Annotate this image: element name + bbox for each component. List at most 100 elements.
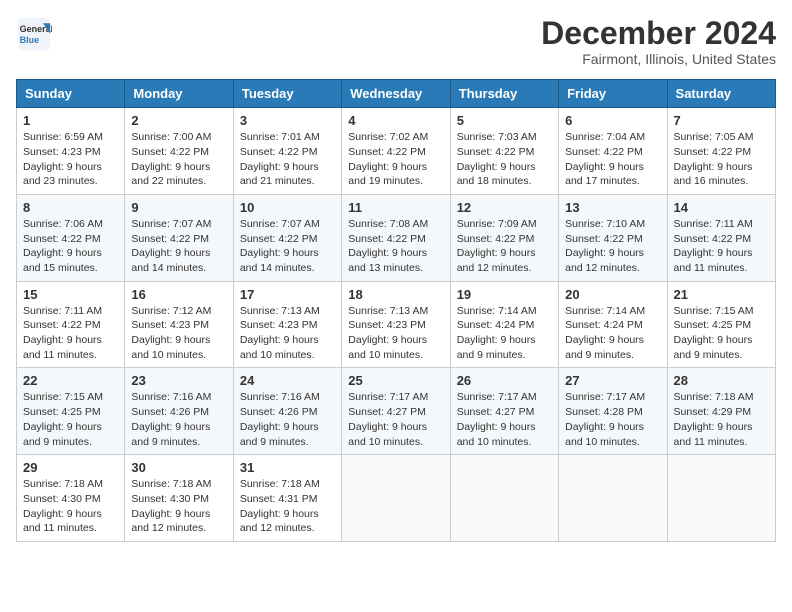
day-info: Sunrise: 7:05 AMSunset: 4:22 PMDaylight:…: [674, 130, 769, 189]
day-number: 8: [23, 200, 118, 215]
calendar-week-row: 22 Sunrise: 7:15 AMSunset: 4:25 PMDayligh…: [17, 368, 776, 455]
day-number: 31: [240, 460, 335, 475]
day-info: Sunrise: 7:15 AMSunset: 4:25 PMDaylight:…: [674, 304, 769, 363]
day-info: Sunrise: 7:17 AMSunset: 4:28 PMDaylight:…: [565, 390, 660, 449]
day-info: Sunrise: 7:11 AMSunset: 4:22 PMDaylight:…: [674, 217, 769, 276]
calendar-cell: 23Sunrise: 7:16 AMSunset: 4:26 PMDayligh…: [125, 368, 233, 455]
day-info: Sunrise: 7:06 AMSunset: 4:22 PMDaylight:…: [23, 217, 118, 276]
day-number: 26: [457, 373, 552, 388]
calendar-cell: 22 Sunrise: 7:15 AMSunset: 4:25 PMDayligh…: [17, 368, 125, 455]
calendar-cell: 6 Sunrise: 7:04 AMSunset: 4:22 PMDaylight…: [559, 108, 667, 195]
calendar-cell: 30 Sunrise: 7:18 AMSunset: 4:30 PMDayligh…: [125, 455, 233, 542]
calendar-cell: 11Sunrise: 7:08 AMSunset: 4:22 PMDayligh…: [342, 194, 450, 281]
calendar-cell: [667, 455, 775, 542]
calendar-cell: [559, 455, 667, 542]
day-number: 6: [565, 113, 660, 128]
day-info: Sunrise: 7:16 AMSunset: 4:26 PMDaylight:…: [240, 390, 335, 449]
calendar-cell: 12 Sunrise: 7:09 AMSunset: 4:22 PMDayligh…: [450, 194, 558, 281]
day-info: Sunrise: 7:14 AMSunset: 4:24 PMDaylight:…: [457, 304, 552, 363]
day-number: 19: [457, 287, 552, 302]
calendar-week-row: 8 Sunrise: 7:06 AMSunset: 4:22 PMDaylight…: [17, 194, 776, 281]
day-number: 12: [457, 200, 552, 215]
calendar-week-row: 1 Sunrise: 6:59 AMSunset: 4:23 PMDaylight…: [17, 108, 776, 195]
logo: General Blue: [16, 16, 52, 52]
day-info: Sunrise: 7:18 AMSunset: 4:29 PMDaylight:…: [674, 390, 769, 449]
day-info: Sunrise: 7:09 AMSunset: 4:22 PMDaylight:…: [457, 217, 552, 276]
calendar-week-row: 29 Sunrise: 7:18 AMSunset: 4:30 PMDayligh…: [17, 455, 776, 542]
calendar-cell: 21 Sunrise: 7:15 AMSunset: 4:25 PMDayligh…: [667, 281, 775, 368]
logo-icon: General Blue: [16, 16, 52, 52]
calendar-week-row: 15 Sunrise: 7:11 AMSunset: 4:22 PMDayligh…: [17, 281, 776, 368]
day-info: Sunrise: 7:14 AMSunset: 4:24 PMDaylight:…: [565, 304, 660, 363]
calendar-cell: 26Sunrise: 7:17 AMSunset: 4:27 PMDayligh…: [450, 368, 558, 455]
day-number: 5: [457, 113, 552, 128]
day-number: 3: [240, 113, 335, 128]
day-number: 10: [240, 200, 335, 215]
title-block: December 2024 Fairmont, Illinois, United…: [541, 16, 776, 67]
calendar-cell: [342, 455, 450, 542]
day-number: 27: [565, 373, 660, 388]
day-info: Sunrise: 7:00 AMSunset: 4:22 PMDaylight:…: [131, 130, 226, 189]
day-number: 15: [23, 287, 118, 302]
day-info: Sunrise: 7:15 AMSunset: 4:25 PMDaylight:…: [23, 390, 118, 449]
day-info: Sunrise: 7:03 AMSunset: 4:22 PMDaylight:…: [457, 130, 552, 189]
day-info: Sunrise: 7:17 AMSunset: 4:27 PMDaylight:…: [348, 390, 443, 449]
day-number: 16: [131, 287, 226, 302]
calendar-header-row: SundayMondayTuesdayWednesdayThursdayFrid…: [17, 80, 776, 108]
day-info: Sunrise: 7:02 AMSunset: 4:22 PMDaylight:…: [348, 130, 443, 189]
day-info: Sunrise: 7:13 AMSunset: 4:23 PMDaylight:…: [348, 304, 443, 363]
day-number: 4: [348, 113, 443, 128]
day-number: 22: [23, 373, 118, 388]
calendar-table: SundayMondayTuesdayWednesdayThursdayFrid…: [16, 79, 776, 542]
calendar-cell: [450, 455, 558, 542]
day-info: Sunrise: 7:18 AMSunset: 4:30 PMDaylight:…: [131, 477, 226, 536]
page-header: General Blue December 2024 Fairmont, Ill…: [16, 16, 776, 67]
location: Fairmont, Illinois, United States: [541, 51, 776, 67]
day-number: 24: [240, 373, 335, 388]
calendar-cell: 24 Sunrise: 7:16 AMSunset: 4:26 PMDayligh…: [233, 368, 341, 455]
day-of-week-header: Wednesday: [342, 80, 450, 108]
day-info: Sunrise: 7:08 AMSunset: 4:22 PMDaylight:…: [348, 217, 443, 276]
day-number: 7: [674, 113, 769, 128]
day-of-week-header: Sunday: [17, 80, 125, 108]
calendar-cell: 25 Sunrise: 7:17 AMSunset: 4:27 PMDayligh…: [342, 368, 450, 455]
day-of-week-header: Friday: [559, 80, 667, 108]
day-number: 23: [131, 373, 226, 388]
calendar-cell: 29 Sunrise: 7:18 AMSunset: 4:30 PMDayligh…: [17, 455, 125, 542]
calendar-cell: 13Sunrise: 7:10 AMSunset: 4:22 PMDayligh…: [559, 194, 667, 281]
day-number: 21: [674, 287, 769, 302]
calendar-cell: 16Sunrise: 7:12 AMSunset: 4:23 PMDayligh…: [125, 281, 233, 368]
calendar-cell: 18 Sunrise: 7:13 AMSunset: 4:23 PMDayligh…: [342, 281, 450, 368]
calendar-cell: 7 Sunrise: 7:05 AMSunset: 4:22 PMDaylight…: [667, 108, 775, 195]
day-number: 1: [23, 113, 118, 128]
day-number: 20: [565, 287, 660, 302]
calendar-cell: 15 Sunrise: 7:11 AMSunset: 4:22 PMDayligh…: [17, 281, 125, 368]
day-number: 14: [674, 200, 769, 215]
day-info: Sunrise: 6:59 AMSunset: 4:23 PMDaylight:…: [23, 130, 118, 189]
calendar-cell: 28 Sunrise: 7:18 AMSunset: 4:29 PMDayligh…: [667, 368, 775, 455]
day-number: 29: [23, 460, 118, 475]
day-number: 30: [131, 460, 226, 475]
calendar-cell: 1 Sunrise: 6:59 AMSunset: 4:23 PMDaylight…: [17, 108, 125, 195]
svg-text:Blue: Blue: [20, 35, 40, 45]
day-number: 25: [348, 373, 443, 388]
day-number: 28: [674, 373, 769, 388]
day-info: Sunrise: 7:11 AMSunset: 4:22 PMDaylight:…: [23, 304, 118, 363]
calendar-cell: 31Sunrise: 7:18 AMSunset: 4:31 PMDayligh…: [233, 455, 341, 542]
calendar-cell: 17Sunrise: 7:13 AMSunset: 4:23 PMDayligh…: [233, 281, 341, 368]
day-number: 13: [565, 200, 660, 215]
day-info: Sunrise: 7:13 AMSunset: 4:23 PMDaylight:…: [240, 304, 335, 363]
day-of-week-header: Monday: [125, 80, 233, 108]
day-of-week-header: Thursday: [450, 80, 558, 108]
calendar-cell: 14 Sunrise: 7:11 AMSunset: 4:22 PMDayligh…: [667, 194, 775, 281]
day-info: Sunrise: 7:18 AMSunset: 4:30 PMDaylight:…: [23, 477, 118, 536]
month-title: December 2024: [541, 16, 776, 51]
day-of-week-header: Tuesday: [233, 80, 341, 108]
calendar-cell: 5 Sunrise: 7:03 AMSunset: 4:22 PMDaylight…: [450, 108, 558, 195]
day-info: Sunrise: 7:04 AMSunset: 4:22 PMDaylight:…: [565, 130, 660, 189]
calendar-cell: 9Sunrise: 7:07 AMSunset: 4:22 PMDaylight…: [125, 194, 233, 281]
calendar-cell: 10Sunrise: 7:07 AMSunset: 4:22 PMDayligh…: [233, 194, 341, 281]
day-number: 2: [131, 113, 226, 128]
day-number: 18: [348, 287, 443, 302]
day-number: 9: [131, 200, 226, 215]
